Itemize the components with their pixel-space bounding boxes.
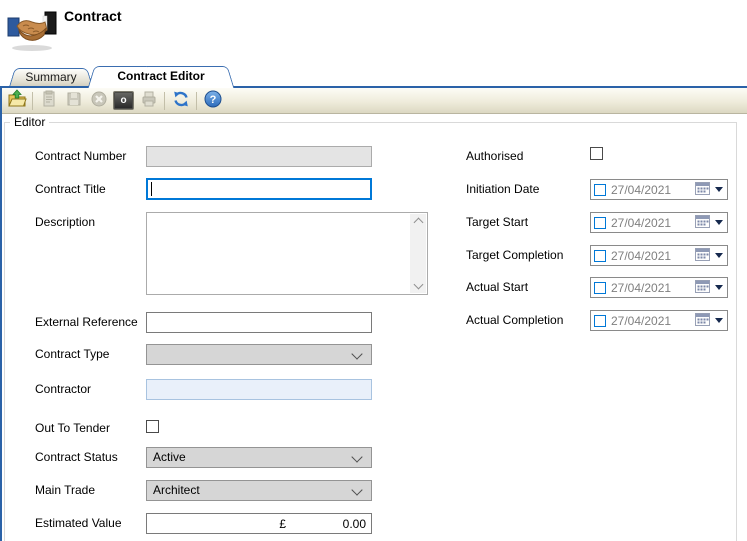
contractor-label: Contractor xyxy=(35,382,91,396)
authorised-checkbox[interactable] xyxy=(590,147,603,160)
initiation-date-picker[interactable]: 27/04/2021 xyxy=(590,179,728,200)
currency-symbol: £ xyxy=(279,517,286,531)
print-icon xyxy=(139,89,159,112)
out-to-tender-label: Out To Tender xyxy=(35,421,110,435)
dropdown-arrow-icon[interactable] xyxy=(715,187,723,192)
dropdown-arrow-icon[interactable] xyxy=(715,318,723,323)
date-value: 27/04/2021 xyxy=(611,281,695,295)
save-button xyxy=(61,90,86,112)
dropdown-arrow-icon[interactable] xyxy=(715,220,723,225)
tab-summary[interactable]: Summary xyxy=(12,68,90,86)
calendar-icon[interactable] xyxy=(695,215,710,231)
tab-contract-editor[interactable]: Contract Editor xyxy=(91,66,231,88)
page-title: Contract xyxy=(64,8,122,24)
open-folder-button[interactable] xyxy=(4,90,29,112)
refresh-icon xyxy=(171,89,191,112)
contract-status-dropdown[interactable]: Active xyxy=(146,447,372,468)
estimated-value-label: Estimated Value xyxy=(35,516,122,530)
cancel-icon xyxy=(89,89,109,112)
target-completion-label: Target Completion xyxy=(466,248,563,262)
external-reference-input[interactable] xyxy=(146,312,372,333)
scroll-down-icon[interactable] xyxy=(413,280,423,290)
scroll-up-icon[interactable] xyxy=(413,218,423,228)
save-icon xyxy=(64,89,84,112)
calendar-icon[interactable] xyxy=(695,248,710,264)
actual-completion-picker[interactable]: 27/04/2021 xyxy=(590,310,728,331)
tab-contract-editor-label: Contract Editor xyxy=(91,66,231,86)
main-trade-value: Architect xyxy=(153,481,200,500)
description-textarea[interactable] xyxy=(146,212,428,295)
print-button xyxy=(136,90,161,112)
description-scrollbar[interactable] xyxy=(410,214,426,293)
actual-completion-label: Actual Completion xyxy=(466,313,563,327)
paste-document-icon xyxy=(39,89,59,112)
dropdown-arrow-icon[interactable] xyxy=(715,253,723,258)
date-value: 27/04/2021 xyxy=(611,314,695,328)
target-completion-picker[interactable]: 27/04/2021 xyxy=(590,245,728,266)
record-o-button[interactable]: o xyxy=(111,90,136,112)
date-value: 27/04/2021 xyxy=(611,216,695,230)
chevron-down-icon xyxy=(351,348,362,359)
contract-window: Contract Summary Contract Editor xyxy=(0,0,747,541)
target-start-picker[interactable]: 27/04/2021 xyxy=(590,212,728,233)
date-enable-checkbox[interactable] xyxy=(594,217,606,229)
tab-summary-label: Summary xyxy=(12,68,90,86)
date-enable-checkbox[interactable] xyxy=(594,250,606,262)
estimated-value-amount: 0.00 xyxy=(286,517,366,531)
dropdown-arrow-icon[interactable] xyxy=(715,285,723,290)
contract-title-input[interactable] xyxy=(146,178,372,200)
cancel-button xyxy=(86,90,111,112)
open-folder-icon xyxy=(7,89,27,112)
estimated-value-input[interactable]: £ 0.00 xyxy=(146,513,372,534)
chevron-down-icon xyxy=(351,484,362,495)
toolbar-separator xyxy=(164,92,165,110)
date-value: 27/04/2021 xyxy=(611,249,695,263)
contract-number-label: Contract Number xyxy=(35,149,126,163)
contract-number-input xyxy=(146,146,372,167)
external-reference-label: External Reference xyxy=(35,315,138,329)
toolbar: o xyxy=(0,88,747,114)
date-enable-checkbox[interactable] xyxy=(594,184,606,196)
initiation-date-label: Initiation Date xyxy=(466,182,539,196)
actual-start-label: Actual Start xyxy=(466,280,528,294)
actual-start-picker[interactable]: 27/04/2021 xyxy=(590,277,728,298)
toolbar-separator xyxy=(196,92,197,110)
help-button[interactable]: ? xyxy=(200,90,225,112)
main-trade-dropdown[interactable]: Architect xyxy=(146,480,372,501)
contract-title-label: Contract Title xyxy=(35,182,106,196)
target-start-label: Target Start xyxy=(466,215,528,229)
handshake-icon xyxy=(7,4,57,52)
date-enable-checkbox[interactable] xyxy=(594,315,606,327)
calendar-icon[interactable] xyxy=(695,313,710,329)
chevron-down-icon xyxy=(351,451,362,462)
panel-left-border xyxy=(0,88,2,541)
calendar-icon[interactable] xyxy=(695,182,710,198)
paste-document-button xyxy=(36,90,61,112)
text-caret xyxy=(151,182,152,196)
svg-text:?: ? xyxy=(209,94,216,106)
editor-groupbox-label: Editor xyxy=(10,115,49,129)
contract-type-dropdown[interactable] xyxy=(146,344,372,365)
contractor-input[interactable] xyxy=(146,379,372,400)
main-trade-label: Main Trade xyxy=(35,483,95,497)
date-enable-checkbox[interactable] xyxy=(594,282,606,294)
out-to-tender-checkbox[interactable] xyxy=(146,420,159,433)
authorised-label: Authorised xyxy=(466,149,523,163)
help-icon: ? xyxy=(203,89,223,112)
refresh-button[interactable] xyxy=(168,90,193,112)
description-label: Description xyxy=(35,215,95,229)
date-value: 27/04/2021 xyxy=(611,183,695,197)
contract-status-label: Contract Status xyxy=(35,450,118,464)
record-o-icon: o xyxy=(113,91,134,110)
contract-type-label: Contract Type xyxy=(35,347,109,361)
contract-status-value: Active xyxy=(153,448,186,467)
toolbar-separator xyxy=(32,92,33,110)
calendar-icon[interactable] xyxy=(695,280,710,296)
